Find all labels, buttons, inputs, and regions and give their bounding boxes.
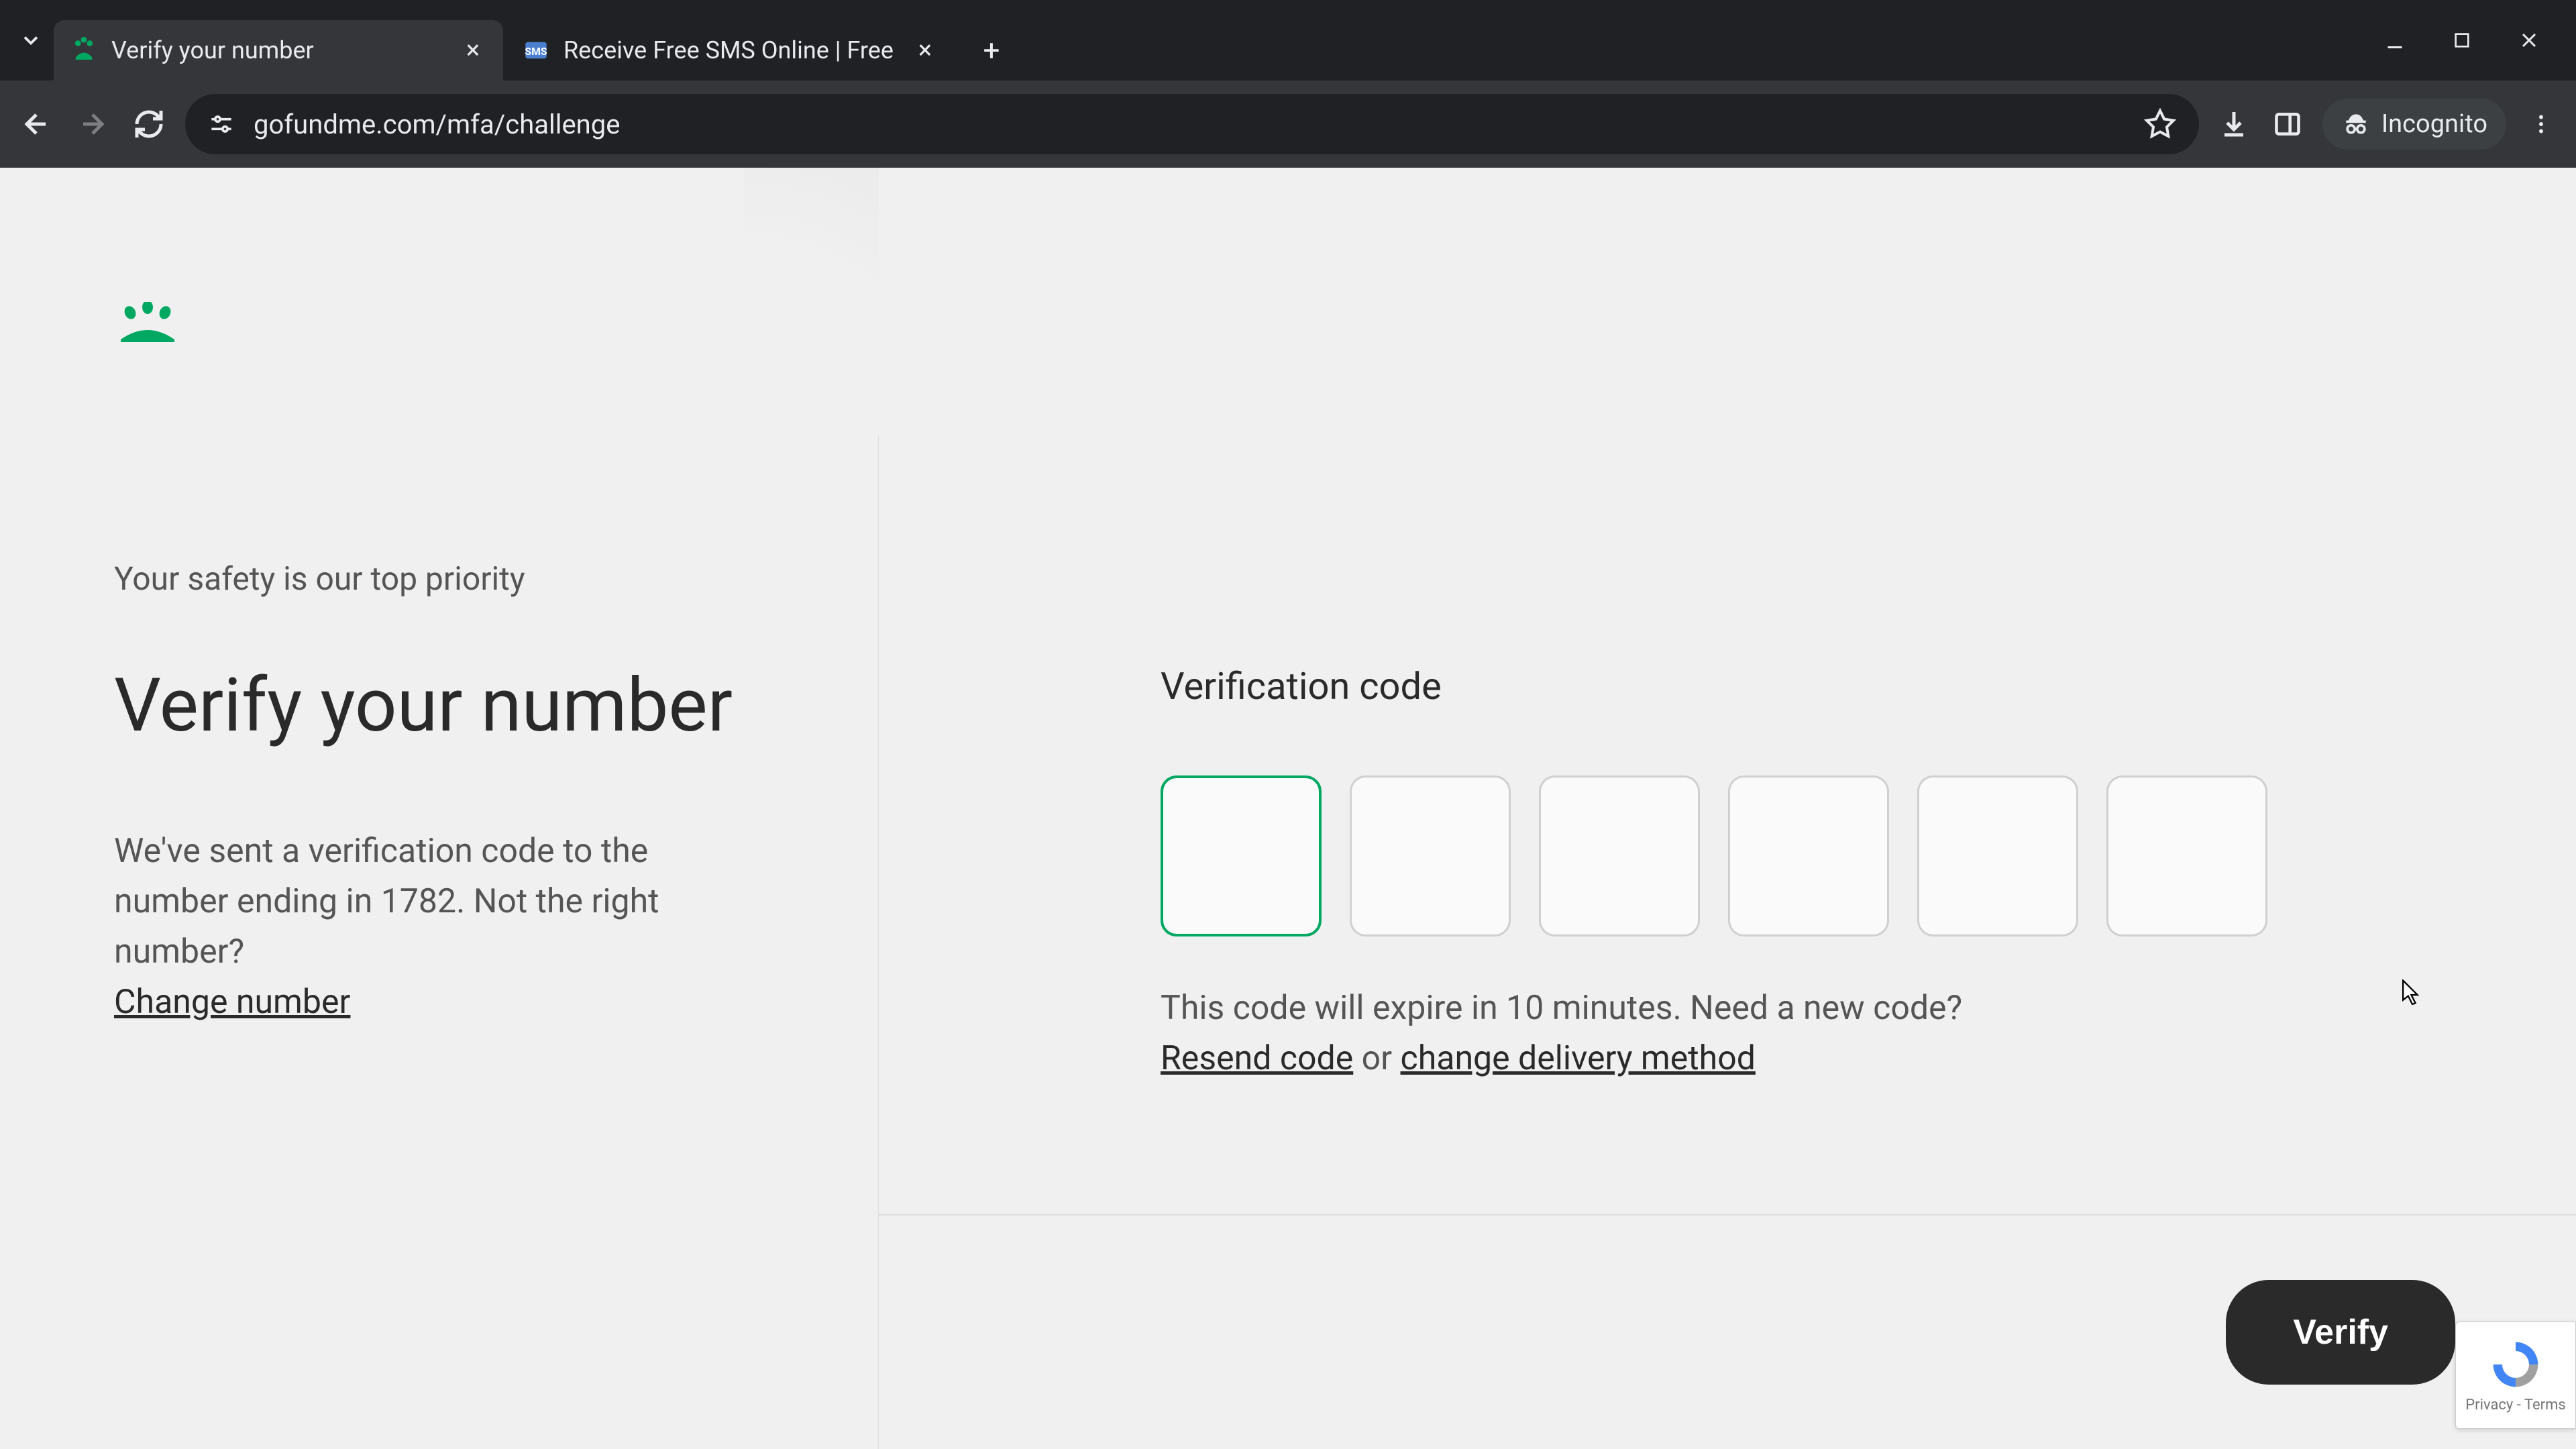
tab-close-button[interactable]: × [911, 36, 939, 64]
forward-button [72, 104, 113, 144]
code-digit-4[interactable] [1728, 775, 1889, 936]
footer-bar: Verify [879, 1214, 2576, 1449]
maximize-button[interactable] [2442, 20, 2482, 60]
bookmark-button[interactable] [2141, 105, 2179, 143]
description-text: We've sent a verification code to the nu… [114, 832, 659, 971]
tab-title: Receive Free SMS Online | Free [564, 36, 898, 64]
arrow-right-icon [76, 108, 109, 140]
more-vert-icon [2529, 112, 2553, 136]
gofundme-favicon-icon [70, 36, 98, 64]
left-panel: Your safety is our top priority Verify y… [0, 168, 879, 1449]
tab-title: Verify your number [111, 36, 445, 64]
side-panel-button[interactable] [2269, 105, 2306, 143]
code-inputs-group [1161, 775, 2509, 936]
page-content: Your safety is our top priority Verify y… [0, 168, 2576, 1449]
tab-bar: Verify your number × SMS Receive Free SM… [0, 0, 2576, 80]
menu-button[interactable] [2522, 105, 2560, 143]
code-digit-5[interactable] [1917, 775, 2078, 936]
site-info-button[interactable] [205, 108, 237, 140]
code-digit-3[interactable] [1539, 775, 1700, 936]
gofundme-logo[interactable] [114, 302, 811, 345]
tab-receive-sms[interactable]: SMS Receive Free SMS Online | Free × [506, 20, 955, 80]
logo-icon [114, 302, 181, 342]
maximize-icon [2451, 30, 2473, 51]
or-text: or [1353, 1039, 1400, 1078]
url-text: gofundme.com/mfa/challenge [254, 109, 2125, 140]
code-digit-1[interactable] [1161, 775, 1322, 936]
downloads-button[interactable] [2215, 105, 2253, 143]
reload-icon [133, 108, 165, 140]
subtitle: Your safety is our top priority [114, 559, 811, 598]
description: We've sent a verification code to the nu… [114, 826, 758, 1028]
incognito-badge[interactable]: Incognito [2322, 99, 2506, 150]
tab-close-button[interactable]: × [459, 36, 487, 64]
verify-button[interactable]: Verify [2226, 1280, 2455, 1385]
code-digit-6[interactable] [2106, 775, 2267, 936]
sms-favicon-icon: SMS [522, 36, 550, 64]
recaptcha-badge[interactable]: Privacy - Terms [2455, 1322, 2576, 1429]
resend-code-link[interactable]: Resend code [1161, 1039, 1353, 1078]
close-window-button[interactable] [2509, 20, 2549, 60]
incognito-icon [2341, 109, 2371, 139]
change-number-link[interactable]: Change number [114, 983, 350, 1022]
reload-button[interactable] [129, 104, 169, 144]
verification-code-label: Verification code [1161, 664, 2509, 708]
toolbar: gofundme.com/mfa/challenge Incognito [0, 80, 2576, 168]
panel-icon [2273, 109, 2302, 139]
chevron-down-icon [19, 28, 43, 52]
star-icon [2144, 108, 2176, 140]
minimize-icon [2383, 28, 2407, 52]
code-digit-2[interactable] [1350, 775, 1511, 936]
tune-icon [207, 109, 236, 139]
page-title: Verify your number [114, 665, 811, 746]
change-delivery-method-link[interactable]: change delivery method [1401, 1039, 1756, 1078]
svg-text:SMS: SMS [525, 45, 547, 58]
recaptcha-footer-text: Privacy - Terms [2465, 1397, 2565, 1413]
search-tabs-button[interactable] [11, 20, 51, 60]
address-bar[interactable]: gofundme.com/mfa/challenge [185, 94, 2199, 154]
close-icon [2517, 28, 2541, 52]
tab-verify-number[interactable]: Verify your number × [54, 20, 503, 80]
minimize-button[interactable] [2375, 20, 2415, 60]
incognito-label: Incognito [2381, 109, 2487, 139]
download-icon [2218, 108, 2250, 140]
expiry-text: This code will expire in 10 minutes. Nee… [1161, 989, 1962, 1028]
new-tab-button[interactable]: + [971, 30, 1012, 70]
help-text: This code will expire in 10 minutes. Nee… [1161, 983, 2509, 1084]
recaptcha-icon [2489, 1338, 2542, 1391]
back-button[interactable] [16, 104, 56, 144]
arrow-left-icon [20, 108, 52, 140]
